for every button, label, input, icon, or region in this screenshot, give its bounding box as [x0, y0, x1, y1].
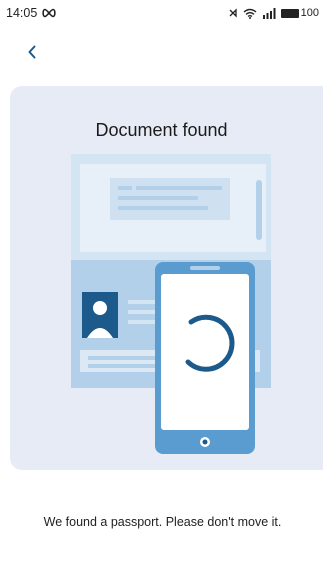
battery-level: 100 [300, 7, 319, 19]
status-right: 100 [228, 7, 319, 19]
status-time: 14:05 [6, 6, 38, 20]
back-button[interactable] [22, 44, 42, 64]
status-message: We found a passport. Please don't move i… [43, 515, 282, 529]
status-bar: 14:05 100 [0, 0, 323, 26]
passport-scan-illustration [70, 150, 280, 465]
page-title: Document found [95, 120, 228, 140]
infinity-icon [41, 8, 57, 18]
status-left: 14:05 [6, 6, 57, 20]
chevron-left-icon [27, 45, 37, 64]
signal-icon [262, 7, 276, 19]
wifi-icon [243, 8, 257, 19]
bluetooth-icon [228, 8, 238, 18]
loading-spinner [172, 310, 236, 379]
battery-icon: 100 [280, 7, 319, 19]
